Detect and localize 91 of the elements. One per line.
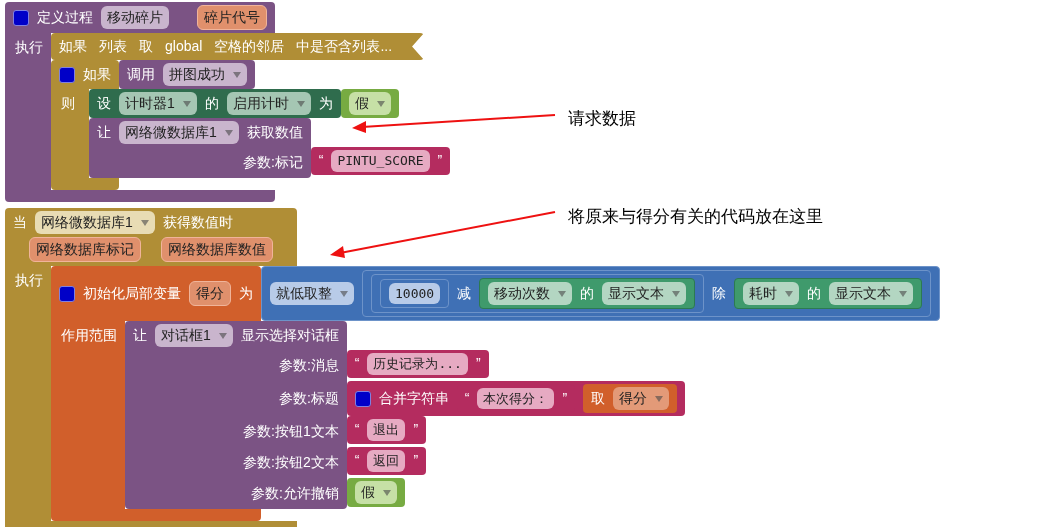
block-label: 调用: [127, 65, 155, 84]
caret-icon: [382, 489, 391, 496]
block-label: “: [464, 389, 470, 408]
block-label: 参数:按钮2文本: [243, 453, 339, 472]
block-label: 合并字符串: [378, 389, 449, 408]
block-label: 减: [457, 284, 472, 303]
block-label: 为: [318, 94, 333, 113]
block-label: 空格的邻居: [214, 37, 285, 56]
block-label: “: [318, 151, 324, 171]
block-label: 为: [239, 284, 253, 303]
text-field[interactable]: 退出: [367, 419, 406, 441]
block-label: ”: [437, 151, 443, 171]
dropdown-field[interactable]: 显示文本: [602, 282, 687, 305]
block-label: 列表: [99, 37, 127, 56]
text-field[interactable]: 历史记录为...: [367, 353, 468, 375]
block-label: 参数:标记: [242, 153, 303, 172]
block-label: 的: [807, 284, 822, 303]
block-label: 获取数值: [246, 123, 303, 142]
square-icon[interactable]: [13, 9, 29, 26]
square-icon[interactable]: [354, 390, 371, 407]
block-label: 获得数值时: [162, 213, 233, 232]
parameter-field[interactable]: 碎片代号: [197, 5, 267, 30]
block-label: 参数:允许撤销: [250, 484, 339, 503]
square-icon[interactable]: [59, 66, 75, 83]
block-label: 执行: [15, 39, 43, 55]
caret-icon: [785, 290, 794, 297]
block-label: 显示选择对话框: [240, 326, 339, 345]
block-label: 取: [591, 389, 606, 408]
block-label: 如果: [59, 37, 87, 56]
block-label: “: [354, 451, 360, 471]
block-label: 定义过程: [37, 8, 93, 27]
caret-icon: [899, 290, 908, 297]
dropdown-field[interactable]: 假: [354, 481, 397, 504]
caret-icon: [182, 100, 191, 107]
caret-icon: [218, 332, 227, 339]
block-label: ”: [475, 354, 481, 374]
block-label: 设: [97, 94, 111, 113]
block-label: 当: [13, 213, 27, 232]
dropdown-field[interactable]: 移动次数: [488, 282, 573, 305]
dropdown-field[interactable]: 网络微数据库1: [35, 211, 155, 234]
caret-icon: [672, 290, 681, 297]
dropdown-field[interactable]: 拼图成功: [163, 63, 247, 86]
block-label: ”: [413, 420, 419, 440]
dropdown-field[interactable]: 网络微数据库1: [119, 121, 239, 144]
block-label: 参数:按钮1文本: [243, 422, 339, 441]
block-label: 参数:标题: [278, 389, 339, 408]
block-label: 让: [133, 326, 147, 345]
parameter-field[interactable]: 得分: [189, 281, 231, 306]
number-field[interactable]: 10000: [389, 282, 441, 305]
caret-icon: [340, 290, 348, 297]
block-label: global: [165, 37, 203, 56]
block-label: “: [354, 420, 360, 440]
block-label: 则: [61, 95, 75, 111]
dropdown-field[interactable]: 对话框1: [155, 324, 233, 347]
block-label: 让: [97, 123, 111, 142]
caret-icon: [140, 219, 149, 226]
name-field[interactable]: 移动碎片: [101, 6, 169, 29]
block-label: 中是否含列表...: [296, 37, 393, 56]
annotation-text: 请求数据: [568, 108, 636, 130]
block-label: 执行: [15, 272, 43, 288]
dropdown-field[interactable]: 得分: [613, 387, 670, 410]
text-field[interactable]: PINTU_SCORE: [331, 150, 430, 172]
block-label: ”: [413, 451, 419, 471]
caret-icon: [655, 395, 664, 402]
block-label: 参数:消息: [278, 356, 339, 375]
text-field[interactable]: 本次得分：: [477, 387, 555, 410]
block-label: 的: [204, 94, 219, 113]
dropdown-field[interactable]: 计时器1: [119, 92, 197, 115]
block-label: 作用范围: [61, 327, 117, 343]
annotation-text: 将原来与得分有关的代码放在这里: [568, 206, 823, 228]
caret-icon: [296, 100, 305, 107]
dropdown-field[interactable]: 就低取整: [270, 282, 354, 305]
dropdown-field[interactable]: 假: [348, 92, 391, 115]
text-field[interactable]: 返回: [367, 450, 406, 472]
block-label: 取: [139, 37, 153, 56]
dropdown-field[interactable]: 启用计时: [226, 92, 311, 115]
block-label: 初始化局部变量: [83, 284, 181, 303]
dropdown-field[interactable]: 耗时: [743, 282, 800, 305]
caret-icon: [224, 129, 233, 136]
block-label: 的: [580, 284, 595, 303]
caret-icon: [376, 100, 385, 107]
block-label: “: [354, 354, 360, 374]
caret-icon: [233, 71, 241, 78]
block-label: ”: [562, 389, 568, 408]
parameter-field[interactable]: 网络数据库标记: [29, 237, 141, 262]
parameter-field[interactable]: 网络数据库数值: [161, 237, 273, 262]
square-icon[interactable]: [59, 285, 75, 302]
dropdown-field[interactable]: 显示文本: [829, 282, 914, 305]
caret-icon: [558, 290, 567, 297]
block-label: 如果: [83, 65, 111, 84]
block-label: 除: [712, 284, 727, 303]
